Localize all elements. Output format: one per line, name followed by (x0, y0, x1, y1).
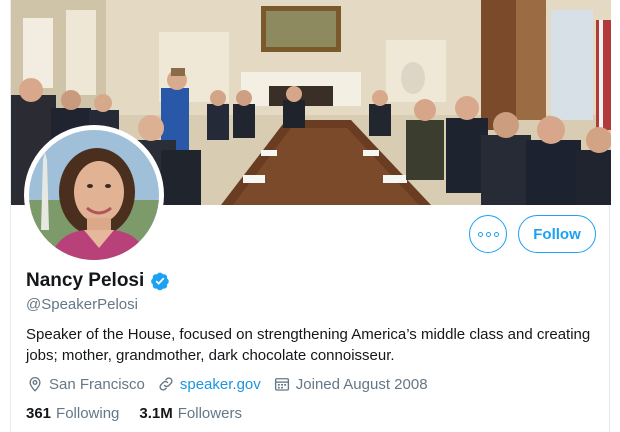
followers-label: Followers (177, 405, 242, 422)
website-item: speaker.gov (157, 375, 261, 393)
follow-button[interactable]: Follow (518, 215, 596, 253)
followers-stat[interactable]: 3.1M Followers (139, 405, 242, 422)
profile-meta-row: San Francisco speaker.gov Joined August … (26, 375, 428, 393)
joined-item: Joined August 2008 (273, 375, 428, 393)
profile-card: Follow Nancy Pelosi @SpeakerPelosi Speak… (10, 0, 611, 432)
website-link[interactable]: speaker.gov (180, 376, 261, 393)
profile-bio: Speaker of the House, focused on strengt… (26, 326, 591, 364)
location-item: San Francisco (26, 375, 145, 393)
more-options-button[interactable] (469, 215, 507, 253)
calendar-icon (274, 378, 289, 391)
following-stat[interactable]: 361 Following (26, 405, 119, 422)
verified-badge-icon (151, 272, 170, 291)
map-pin-icon (29, 377, 41, 392)
joined-text: Joined August 2008 (295, 375, 428, 393)
display-name: Nancy Pelosi (26, 270, 145, 291)
profile-name-row: Nancy Pelosi (26, 270, 170, 292)
avatar-portrait (29, 130, 159, 260)
following-count: 361 (26, 405, 52, 422)
followers-count: 3.1M (139, 405, 173, 422)
link-icon (159, 377, 173, 391)
more-horizontal-icon (477, 231, 499, 237)
profile-handle: @SpeakerPelosi (26, 296, 138, 313)
profile-stats: 361 Following 3.1M Followers (26, 405, 242, 422)
profile-avatar[interactable] (24, 125, 164, 265)
following-label: Following (56, 405, 120, 422)
location-text: San Francisco (49, 375, 145, 393)
